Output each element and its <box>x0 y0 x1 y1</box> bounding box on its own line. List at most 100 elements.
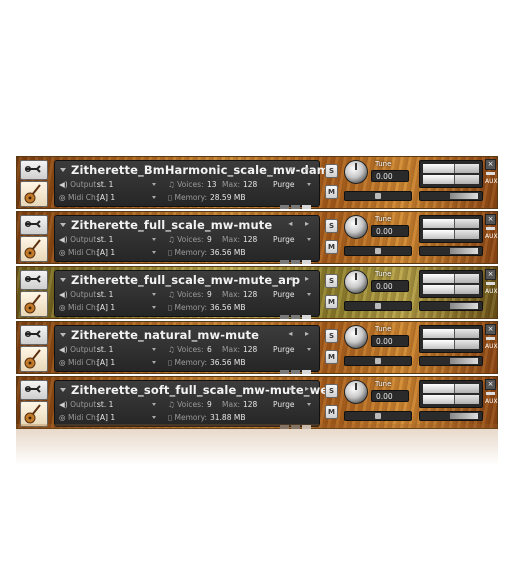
minimize-icon[interactable] <box>486 392 495 395</box>
wrench-icon[interactable] <box>20 215 48 235</box>
pan-handle[interactable] <box>375 248 381 254</box>
pan-handle[interactable] <box>375 358 381 364</box>
tune-knob[interactable] <box>344 215 368 239</box>
max-voices-value[interactable]: 128 <box>243 235 257 244</box>
max-voices-value[interactable]: 128 <box>243 400 257 409</box>
volume-slider[interactable] <box>419 411 483 421</box>
minimize-icon[interactable] <box>486 172 495 175</box>
prev-next-icon[interactable]: ◂ ▸ <box>288 329 314 338</box>
guitar-icon[interactable] <box>20 291 48 317</box>
pan-slider[interactable] <box>344 301 412 311</box>
mute-button[interactable]: M <box>325 240 338 254</box>
chevron-down-icon[interactable] <box>152 403 156 406</box>
guitar-icon[interactable] <box>20 346 48 372</box>
pan-slider[interactable] <box>344 411 412 421</box>
pan-handle[interactable] <box>375 303 381 309</box>
aux-button[interactable]: AUX <box>485 178 498 185</box>
pan-slider[interactable] <box>344 191 412 201</box>
max-voices-value[interactable]: 128 <box>243 180 257 189</box>
close-icon[interactable]: × <box>485 159 496 170</box>
purge-chevron-icon[interactable] <box>307 293 311 296</box>
purge-chevron-icon[interactable] <box>307 348 311 351</box>
midi-chevron-icon[interactable] <box>152 306 156 309</box>
chevron-down-icon[interactable] <box>152 238 156 241</box>
aux-button[interactable]: AUX <box>485 288 498 295</box>
mute-button[interactable]: M <box>325 295 338 309</box>
solo-button[interactable]: S <box>325 164 338 178</box>
collapse-triangle-icon[interactable] <box>60 388 66 392</box>
tune-value[interactable]: 0.00 <box>371 170 409 182</box>
midi-chevron-icon[interactable] <box>152 196 156 199</box>
minimize-icon[interactable] <box>486 282 495 285</box>
tune-value[interactable]: 0.00 <box>371 335 409 347</box>
tune-knob[interactable] <box>344 270 368 294</box>
volume-slider[interactable] <box>419 191 483 201</box>
chevron-down-icon[interactable] <box>152 293 156 296</box>
mute-button[interactable]: M <box>325 405 338 419</box>
midi-channel-select[interactable]: [A] 1 <box>97 193 115 202</box>
purge-menu[interactable]: Purge <box>273 290 294 299</box>
midi-chevron-icon[interactable] <box>152 416 156 419</box>
minimize-icon[interactable] <box>486 337 495 340</box>
instrument-name[interactable]: Zitherette_natural_mw-mute <box>71 328 259 342</box>
instrument-name[interactable]: Zitherette_full_scale_mw-mute <box>71 218 272 232</box>
collapse-triangle-icon[interactable] <box>60 223 66 227</box>
output-select[interactable]: st. 1 <box>97 180 113 189</box>
pan-handle[interactable] <box>375 413 381 419</box>
pan-slider[interactable] <box>344 356 412 366</box>
aux-button[interactable]: AUX <box>485 233 498 240</box>
midi-channel-select[interactable]: [A] 1 <box>97 413 115 422</box>
prev-next-icon[interactable]: ◂ ▸ <box>288 274 314 283</box>
tune-knob[interactable] <box>344 380 368 404</box>
wrench-icon[interactable] <box>20 325 48 345</box>
output-select[interactable]: st. 1 <box>97 235 113 244</box>
chevron-down-icon[interactable] <box>152 348 156 351</box>
solo-button[interactable]: S <box>325 274 338 288</box>
aux-button[interactable]: AUX <box>485 398 498 405</box>
tune-value[interactable]: 0.00 <box>371 390 409 402</box>
collapse-triangle-icon[interactable] <box>60 278 66 282</box>
volume-slider[interactable] <box>419 301 483 311</box>
tune-knob[interactable] <box>344 160 368 184</box>
guitar-icon[interactable] <box>20 181 48 207</box>
close-icon[interactable]: × <box>485 269 496 280</box>
midi-chevron-icon[interactable] <box>152 361 156 364</box>
purge-chevron-icon[interactable] <box>307 403 311 406</box>
max-voices-value[interactable]: 128 <box>243 290 257 299</box>
prev-next-icon[interactable]: ◂ ▸ <box>288 384 314 393</box>
volume-handle[interactable] <box>450 358 478 364</box>
volume-handle[interactable] <box>450 193 478 199</box>
purge-chevron-icon[interactable] <box>307 238 311 241</box>
purge-menu[interactable]: Purge <box>273 180 294 189</box>
pan-handle[interactable] <box>375 193 381 199</box>
purge-chevron-icon[interactable] <box>307 183 311 186</box>
tune-value[interactable]: 0.00 <box>371 280 409 292</box>
mute-button[interactable]: M <box>325 350 338 364</box>
solo-button[interactable]: S <box>325 329 338 343</box>
volume-slider[interactable] <box>419 356 483 366</box>
purge-menu[interactable]: Purge <box>273 235 294 244</box>
volume-handle[interactable] <box>450 248 478 254</box>
midi-channel-select[interactable]: [A] 1 <box>97 358 115 367</box>
solo-button[interactable]: S <box>325 219 338 233</box>
prev-next-icon[interactable]: ◂ ▸ <box>288 219 314 228</box>
guitar-icon[interactable] <box>20 236 48 262</box>
instrument-name[interactable]: Zitherette_full_scale_mw-mute_arp <box>71 273 300 287</box>
aux-button[interactable]: AUX <box>485 343 498 350</box>
tune-value[interactable]: 0.00 <box>371 225 409 237</box>
wrench-icon[interactable] <box>20 270 48 290</box>
tune-knob[interactable] <box>344 325 368 349</box>
max-voices-value[interactable]: 128 <box>243 345 257 354</box>
close-icon[interactable]: × <box>485 214 496 225</box>
collapse-triangle-icon[interactable] <box>60 168 66 172</box>
volume-handle[interactable] <box>450 413 478 419</box>
pan-slider[interactable] <box>344 246 412 256</box>
purge-menu[interactable]: Purge <box>273 345 294 354</box>
mute-button[interactable]: M <box>325 185 338 199</box>
output-select[interactable]: st. 1 <box>97 290 113 299</box>
wrench-icon[interactable] <box>20 380 48 400</box>
output-select[interactable]: st. 1 <box>97 345 113 354</box>
volume-handle[interactable] <box>450 303 478 309</box>
chevron-down-icon[interactable] <box>152 183 156 186</box>
midi-channel-select[interactable]: [A] 1 <box>97 248 115 257</box>
